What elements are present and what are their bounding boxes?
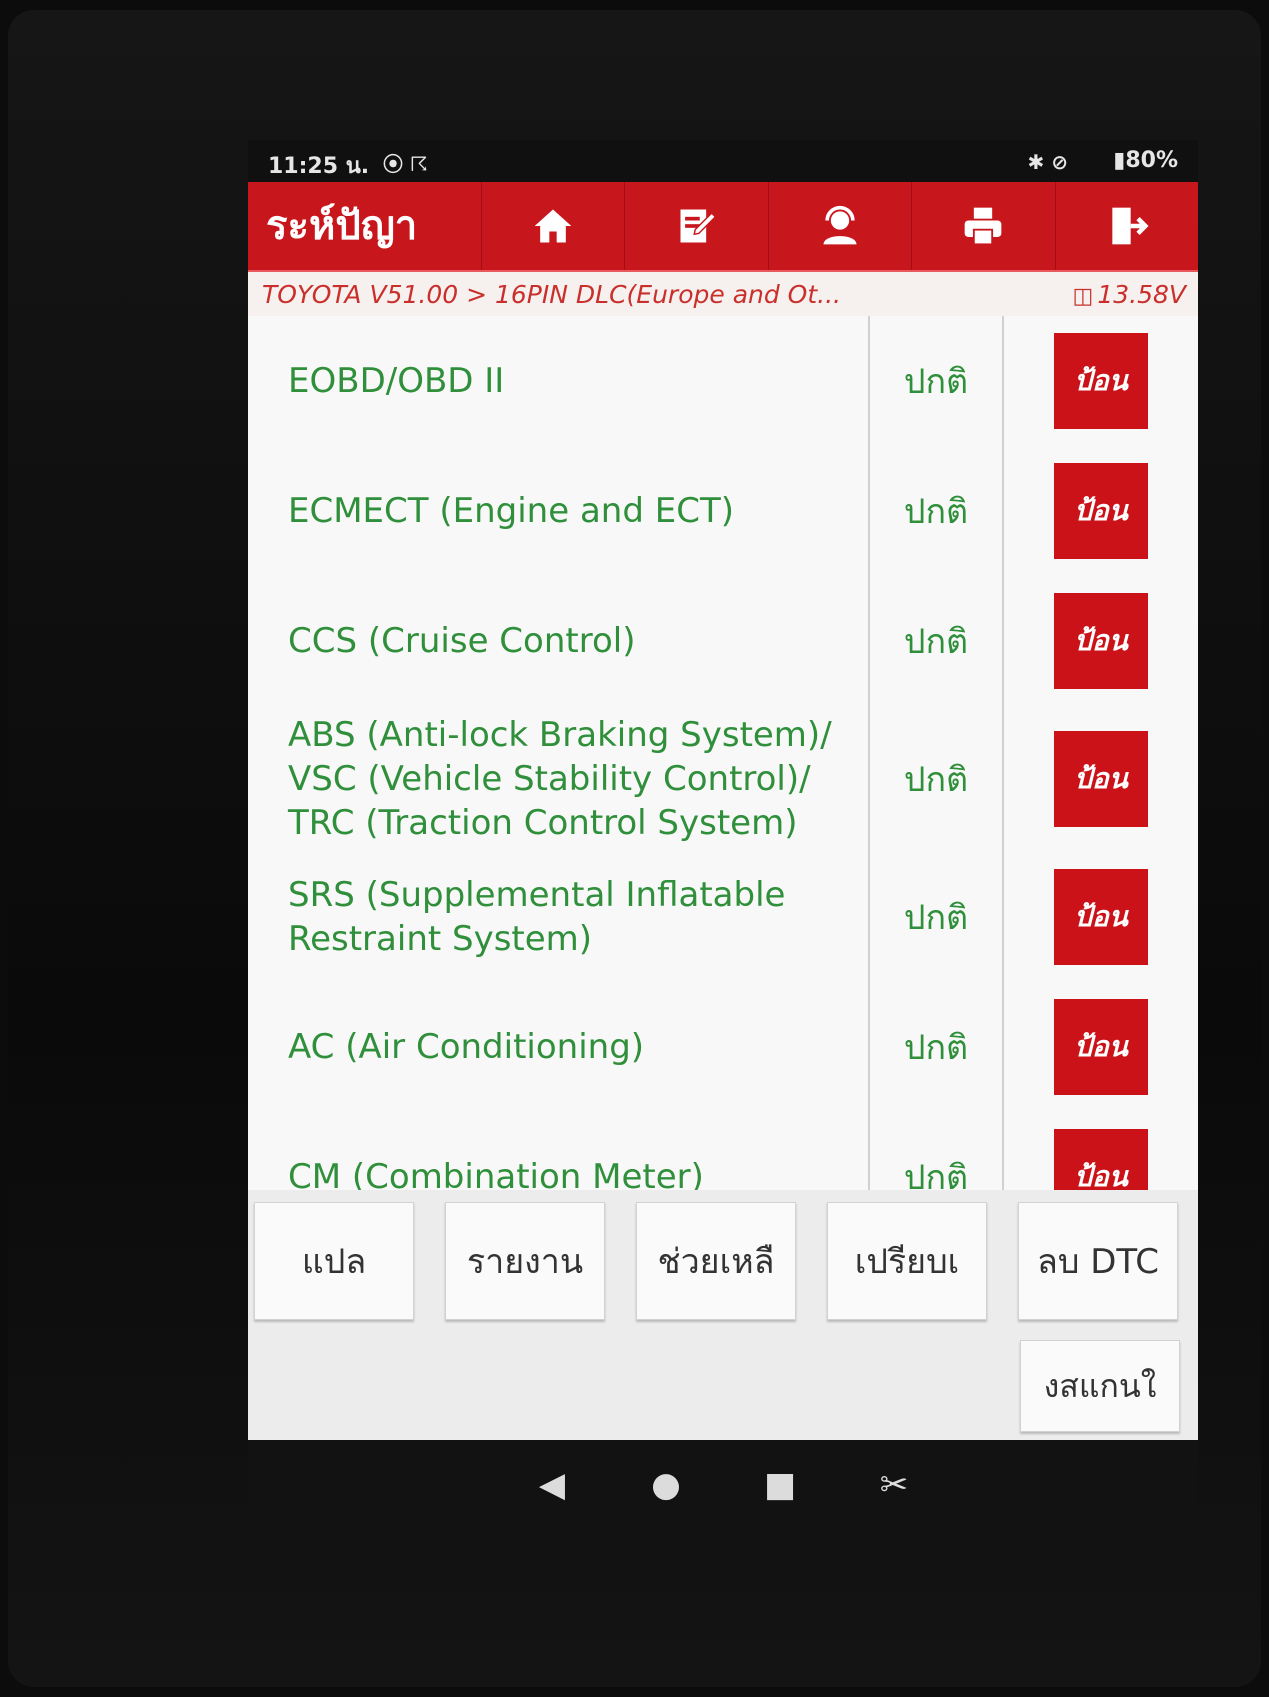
breadcrumb: TOYOTA V51.00 > 16PIN DLC(Europe and Ot.…	[248, 272, 1198, 317]
recents-icon[interactable]: ■	[758, 1465, 802, 1505]
clear-dtc-button[interactable]: ลบ DTC	[1018, 1202, 1178, 1320]
report-button[interactable]: รายงาน	[445, 1202, 605, 1320]
bottom-toolbar: แปล รายงาน ช่วยเหลื เปรียบเ ลบ DTC งสแกน…	[248, 1190, 1198, 1440]
enter-button[interactable]: ป้อน	[1054, 463, 1148, 559]
system-name: AC (Air Conditioning)	[288, 1027, 645, 1067]
app-title: ระห์ปัญา	[266, 203, 418, 249]
exit-button[interactable]	[1054, 182, 1198, 270]
battery-voltage-icon: ◫	[1072, 284, 1094, 309]
help-button[interactable]: ช่วยเหลื	[636, 1202, 796, 1320]
home-button[interactable]	[481, 182, 624, 270]
support-button[interactable]	[767, 182, 911, 270]
enter-button[interactable]: ป้อน	[1054, 731, 1148, 827]
exit-icon	[1112, 207, 1149, 245]
back-icon[interactable]: ◀	[530, 1465, 574, 1505]
system-name: CCS (Cruise Control)	[288, 621, 636, 661]
printer-icon	[965, 207, 1002, 246]
screenshot-icon[interactable]: ✂	[872, 1465, 916, 1505]
enter-button[interactable]: ป้อน	[1054, 869, 1148, 965]
edit-icon	[680, 209, 716, 243]
rescan-button[interactable]: งสแกนใ	[1020, 1340, 1180, 1432]
print-button[interactable]	[911, 182, 1054, 270]
enter-button[interactable]: ป้อน	[1054, 999, 1148, 1095]
status-bar: 11:25 น. ⦿ ☈ ✱ ⊘ ▮80%	[248, 140, 1198, 182]
system-status: ปกติ	[868, 982, 1004, 1112]
system-name: EOBD/OBD II	[288, 361, 505, 401]
translate-button[interactable]: แปล	[254, 1202, 414, 1320]
system-row[interactable]: CCS (Cruise Control) ปกติ ป้อน	[248, 576, 1198, 708]
system-status: ปกติ	[868, 576, 1004, 706]
edit-button[interactable]	[624, 182, 767, 270]
support-icon	[823, 205, 857, 245]
system-row[interactable]: SRS (Supplemental Inflatable Restraint S…	[248, 852, 1198, 984]
system-row[interactable]: ECMECT (Engine and ECT) ปกติ ป้อน	[248, 446, 1198, 578]
clock: 11:25 น.	[268, 154, 370, 179]
system-list: EOBD/OBD II ปกติ ป้อน ECMECT (Engine and…	[248, 316, 1198, 1316]
enter-button[interactable]: ป้อน	[1054, 593, 1148, 689]
system-name: ABS (Anti-lock Braking System)/ VSC (Veh…	[288, 715, 832, 843]
android-nav-bar: ◀ ● ■ ✂	[248, 1440, 1198, 1530]
system-status: ปกติ	[868, 316, 1004, 446]
system-row[interactable]: AC (Air Conditioning) ปกติ ป้อน	[248, 982, 1198, 1114]
app-header: ระห์ปัญา	[248, 182, 1198, 272]
screen: 11:25 น. ⦿ ☈ ✱ ⊘ ▮80% ระห์ปัญา TOYOTA V5…	[248, 140, 1198, 1530]
system-row[interactable]: EOBD/OBD II ปกติ ป้อน	[248, 316, 1198, 448]
system-status: ปกติ	[868, 852, 1004, 982]
notification-icons: ⦿ ☈	[383, 152, 428, 176]
voltage-readout: ◫ 13.58V	[1073, 280, 1186, 309]
battery-indicator: ▮80%	[1113, 148, 1178, 173]
home-nav-icon[interactable]: ●	[644, 1465, 688, 1505]
tablet-device: 11:25 น. ⦿ ☈ ✱ ⊘ ▮80% ระห์ปัญา TOYOTA V5…	[8, 10, 1261, 1687]
enter-button[interactable]: ป้อน	[1054, 333, 1148, 429]
system-status-icons: ✱ ⊘	[1027, 150, 1068, 174]
system-status: ปกติ	[868, 446, 1004, 576]
voltage-value: 13.58V	[1097, 280, 1186, 309]
system-name: SRS (Supplemental Inflatable Restraint S…	[288, 875, 786, 959]
breadcrumb-path: TOYOTA V51.00 > 16PIN DLC(Europe and Ot.…	[262, 280, 842, 309]
system-status: ปกติ	[868, 706, 1004, 852]
system-row[interactable]: ABS (Anti-lock Braking System)/ VSC (Veh…	[248, 706, 1198, 854]
system-name: ECMECT (Engine and ECT)	[288, 491, 734, 531]
compare-button[interactable]: เปรียบเ	[827, 1202, 987, 1320]
home-icon	[534, 209, 572, 243]
